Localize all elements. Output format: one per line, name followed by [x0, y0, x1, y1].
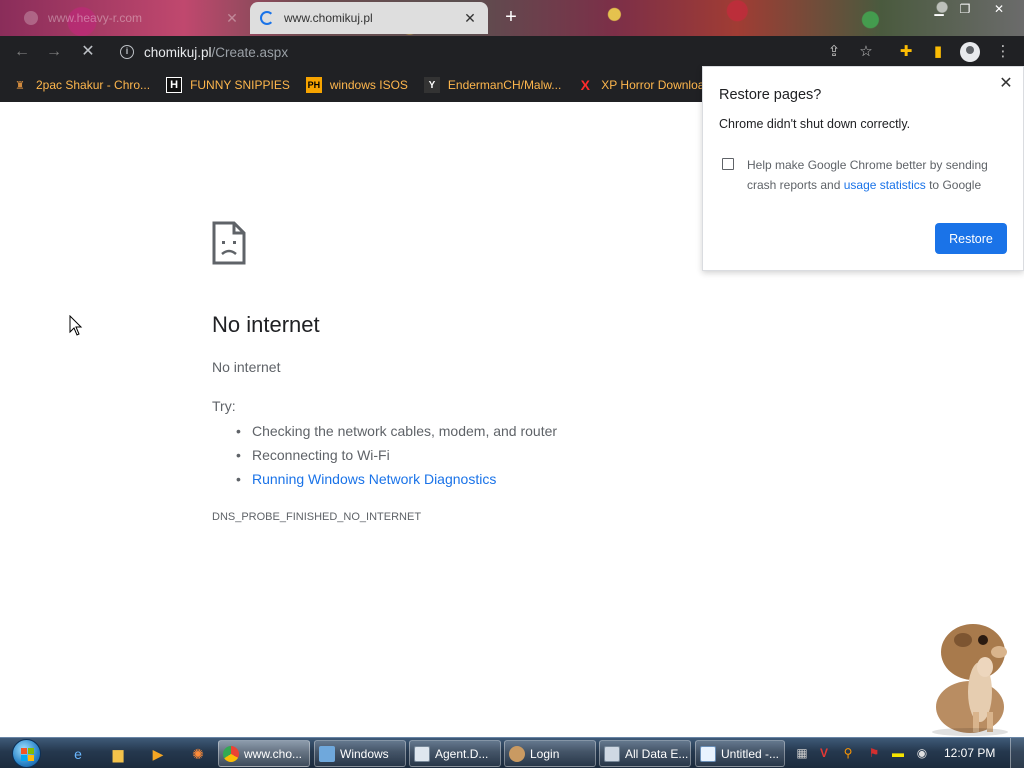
bookmark-star-icon[interactable]: ☆ — [855, 41, 877, 63]
network-diagnostics-link[interactable]: Running Windows Network Diagnostics — [236, 469, 557, 493]
tab-title: www.chomikuj.pl — [284, 11, 373, 25]
suggestion-item: Checking the network cables, modem, and … — [236, 421, 557, 445]
crash-report-label: Help make Google Chrome better by sendin… — [747, 155, 1007, 195]
restore-button[interactable]: Restore — [935, 223, 1007, 254]
taskbar-item-windows[interactable]: Windows — [314, 740, 406, 767]
new-tab-button[interactable]: + — [500, 6, 522, 29]
task-label: Login — [530, 746, 560, 761]
mouse-cursor-icon — [69, 315, 83, 336]
y-logo-icon: Y — [423, 77, 440, 93]
figure-icon: ♜ — [15, 79, 25, 92]
usage-statistics-link[interactable]: usage statistics — [844, 178, 926, 192]
forward-arrow-icon[interactable]: → — [42, 40, 66, 64]
taskbar-item-chrome[interactable]: www.cho... — [218, 740, 310, 767]
volume-icon[interactable]: ◉ — [914, 745, 930, 761]
bookmark-label: XP Horror Download — [601, 78, 712, 92]
try-label: Try: — [212, 398, 236, 414]
restore-window-icon[interactable]: ❐ — [954, 0, 976, 18]
chrome-icon — [223, 745, 239, 762]
restore-pages-dialog: Restore pages? ✕ Chrome didn't shut down… — [702, 66, 1024, 271]
bookmark-2pac[interactable]: ♜ 2pac Shakur - Chro... — [12, 77, 150, 93]
taskbar-item-all-data[interactable]: All Data E... — [599, 740, 691, 767]
dialog-title: Restore pages? — [719, 87, 822, 103]
internet-explorer-icon[interactable]: e — [66, 742, 90, 766]
tab-title: www.heavy-r.com — [48, 11, 143, 25]
url-host: chomikuj.pl — [144, 44, 212, 60]
show-desktop-button[interactable] — [1010, 738, 1024, 768]
menu-kebab-icon[interactable]: ⋮ — [992, 41, 1014, 63]
profile-avatar-icon[interactable] — [960, 42, 980, 62]
system-clock[interactable]: 12:07 PM — [944, 738, 995, 768]
tab-close-icon[interactable]: ✕ — [462, 10, 478, 27]
firefox-icon[interactable]: ✺ — [186, 742, 210, 766]
media-player-icon[interactable]: ▶ — [146, 742, 170, 766]
hamster-desktop-pet[interactable] — [925, 612, 1015, 737]
task-label: All Data E... — [625, 746, 689, 761]
taskbar-item-notepad[interactable]: Untitled -... — [695, 740, 785, 767]
bookmark-label: FUNNY SNIPPIES — [190, 78, 290, 92]
search-tray-icon[interactable]: ⚲ — [840, 745, 856, 761]
bookmark-windows-isos[interactable]: PH windows ISOS — [305, 77, 408, 93]
error-code: DNS_PROBE_FINISHED_NO_INTERNET — [212, 511, 422, 523]
extensions-puzzle-icon[interactable]: ✚ — [895, 41, 917, 63]
help-text-tail: to Google — [925, 178, 982, 192]
stop-loading-icon[interactable]: ✕ — [76, 40, 100, 64]
app-window-icon — [414, 745, 430, 762]
dialog-message: Chrome didn't shut down correctly. — [719, 117, 911, 131]
back-arrow-icon[interactable]: ← — [10, 40, 34, 64]
tab-strip: www.heavy-r.com ✕ www.chomikuj.pl ✕ + ▁ … — [0, 0, 1024, 36]
crash-report-checkbox[interactable] — [722, 158, 734, 170]
minimize-window-icon[interactable]: ▁ — [928, 0, 950, 18]
loading-spinner-icon — [260, 11, 274, 25]
flag-icon[interactable]: ⚑ — [866, 745, 882, 761]
address-bar[interactable]: i chomikuj.pl/Create.aspx — [110, 39, 810, 65]
start-button[interactable] — [8, 738, 44, 768]
h-letter-icon: H — [166, 77, 183, 93]
notification-tray-icon[interactable]: ▬ — [890, 745, 906, 761]
side-panel-icon[interactable]: ▮ — [927, 41, 949, 63]
close-window-icon[interactable]: ✕ — [988, 0, 1010, 18]
info-icon[interactable]: i — [120, 45, 134, 59]
notepad-icon — [700, 745, 716, 762]
ph-logo-icon: PH — [305, 77, 322, 93]
tray-app-icon[interactable]: ▦ — [794, 745, 810, 761]
task-label: www.cho... — [244, 746, 303, 761]
share-icon[interactable]: ⇪ — [823, 41, 845, 63]
taskbar-item-agent[interactable]: Agent.D... — [409, 740, 501, 767]
url-path: /Create.aspx — [211, 44, 289, 60]
windows-logo-icon — [11, 739, 41, 768]
suggestion-list: Checking the network cables, modem, and … — [236, 421, 557, 493]
error-subheading: No internet — [212, 359, 281, 375]
error-heading: No internet — [212, 312, 320, 337]
task-label: Agent.D... — [435, 746, 489, 761]
tab-favicon-icon — [24, 11, 38, 25]
suggestion-item: Reconnecting to Wi-Fi — [236, 445, 557, 469]
taskbar: e ▆ ▶ ✺ www.cho... Windows Agent.D... Lo… — [0, 737, 1024, 768]
bookmark-label: windows ISOS — [329, 78, 408, 92]
taskbar-item-login[interactable]: Login — [504, 740, 596, 767]
browser-toolbar: ← → ✕ i chomikuj.pl/Create.aspx ⇪ ☆ ✚ ▮ … — [0, 36, 1024, 68]
tab-close-icon[interactable]: ✕ — [224, 10, 240, 27]
tab-chomikuj[interactable]: www.chomikuj.pl ✕ — [250, 2, 488, 34]
task-label: Untitled -... — [721, 746, 780, 761]
tab-heavy-r[interactable]: www.heavy-r.com ✕ — [14, 4, 250, 32]
antivirus-icon[interactable]: V — [816, 745, 832, 761]
task-label: Windows — [340, 746, 389, 761]
bookmark-endermanch[interactable]: Y EndermanCH/Malw... — [423, 77, 562, 93]
x-logo-icon: X — [580, 77, 590, 93]
sad-page-icon — [212, 221, 246, 265]
bookmark-label: 2pac Shakur - Chro... — [36, 78, 151, 92]
folder-icon[interactable]: ▆ — [106, 742, 130, 766]
windows-update-icon — [319, 745, 335, 762]
bookmark-label: EndermanCH/Malw... — [447, 78, 562, 92]
folder-window-icon — [604, 745, 620, 762]
close-icon[interactable]: ✕ — [997, 73, 1015, 93]
bookmark-xp-horror[interactable]: X XP Horror Download — [577, 77, 712, 93]
login-icon — [509, 745, 525, 762]
bookmark-funny-snippies[interactable]: H FUNNY SNIPPIES — [166, 77, 290, 93]
